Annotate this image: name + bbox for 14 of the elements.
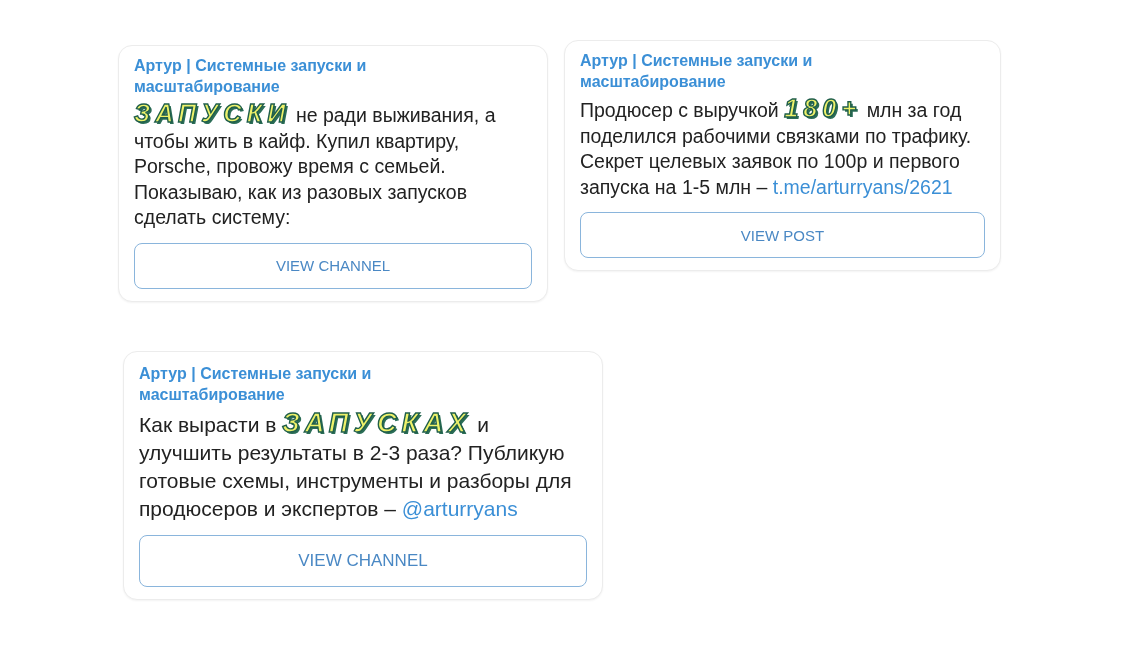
sticker-text: ЗАПУСКИ (134, 99, 291, 127)
view-button[interactable]: VIEW POST (580, 212, 985, 258)
message-text: Как вырасти в ЗАПУСКАХ и улучшить результаты в 2-3 раза? Публикую готовые схемы, инструменты и разборы для продюсеров и экспертов – @arturryans (139, 408, 573, 522)
message-text: Продюсер с выручкой 180+ млн за год поделился рабочими связками по трафику. Секрет целевых заявок по 100р и первого запуска на 1-5 млн – t.me/arturryans/2621 (580, 96, 973, 200)
message-link[interactable]: @arturryans (401, 496, 518, 520)
message-link[interactable]: t.me/arturryans/2621 (772, 175, 953, 198)
sticker-text: ЗАПУСКАХ (282, 406, 472, 438)
channel-name[interactable]: Артур | Системные запуски и масштабирование (139, 362, 439, 405)
message-text: ЗАПУСКИ не ради выживания, а чтобы жить в кайф. Купил квартиру, Porsche, провожу время с семьей. Показываю, как из разовых запусков сделать систему: (134, 101, 497, 230)
view-button[interactable]: VIEW CHANNEL (134, 242, 532, 289)
view-button[interactable]: VIEW CHANNEL (139, 534, 587, 587)
sticker-text: 180+ (784, 94, 862, 122)
channel-name[interactable]: Артур | Системные запуски и масштабирование (134, 55, 434, 97)
channel-name[interactable]: Артур | Системные запуски и масштабирование (580, 50, 880, 92)
